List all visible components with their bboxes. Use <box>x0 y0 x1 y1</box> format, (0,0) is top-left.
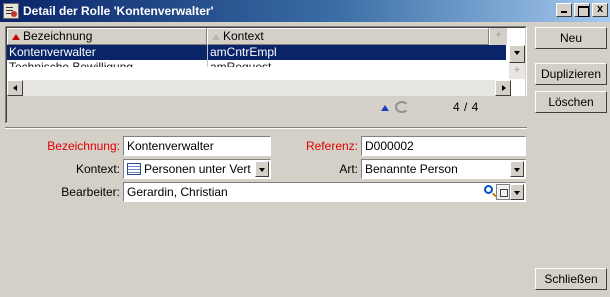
column-header-kontext[interactable]: Kontext <box>207 28 489 45</box>
close-dialog-button[interactable]: Schließen <box>535 268 607 290</box>
role-list[interactable]: Bezeichnung Kontext + Kontenverwalter am… <box>5 26 527 124</box>
sort-ascending-icon <box>12 33 20 40</box>
cell-kontext: amRequest <box>207 60 506 67</box>
maximize-button[interactable] <box>574 3 590 17</box>
list-footer: 4 / 4 <box>7 96 527 124</box>
chevron-down-icon[interactable] <box>510 184 524 200</box>
detail-icon[interactable] <box>496 184 510 200</box>
close-dialog-button-label: Schließen <box>544 272 598 286</box>
bearbeiter-field[interactable]: Gerardin, Christian <box>123 182 526 202</box>
divider <box>5 127 527 129</box>
table-row[interactable]: Technische Bewilligung amRequest <box>7 60 506 67</box>
column-header-label: Kontext <box>223 29 264 43</box>
scroll-right-button[interactable] <box>495 80 511 96</box>
record-counter: 4 / 4 <box>453 100 479 114</box>
navigate-up-icon[interactable] <box>381 105 389 111</box>
delete-button[interactable]: Löschen <box>535 91 607 113</box>
bezeichnung-label: Bezeichnung: <box>47 139 120 153</box>
duplicate-button-label: Duplizieren <box>540 67 602 81</box>
art-label: Art: <box>339 162 358 176</box>
new-button-label: Neu <box>559 31 582 45</box>
cell-kontext: amCntrEmpl <box>207 45 506 60</box>
scroll-left-button[interactable] <box>7 80 23 96</box>
add-row-icon[interactable]: + <box>509 64 525 78</box>
add-column-button[interactable]: + <box>489 28 507 45</box>
cell-bezeichnung: Kontenverwalter <box>9 45 96 59</box>
kontext-label: Kontext: <box>75 162 120 176</box>
arrow-down-icon <box>514 51 520 55</box>
title-bar[interactable]: Detail der Rolle 'Kontenverwalter' x <box>0 0 610 22</box>
referenz-label: Referenz: <box>305 139 358 153</box>
horizontal-scrollbar[interactable] <box>7 80 511 96</box>
cell-bezeichnung: Technische Bewilligung <box>9 60 134 67</box>
close-button[interactable]: x <box>592 3 608 17</box>
kontext-select[interactable]: Personen unter Vert <box>123 159 271 179</box>
sort-indicator-icon <box>212 33 220 40</box>
window-title: Detail der Rolle 'Kontenverwalter' <box>23 4 214 18</box>
scroll-down-button[interactable] <box>509 45 525 63</box>
bezeichnung-field[interactable]: Kontenverwalter <box>123 136 271 156</box>
table-icon <box>127 163 141 175</box>
art-select[interactable]: Benannte Person <box>361 159 526 179</box>
role-detail-icon <box>3 3 19 19</box>
search-icon[interactable] <box>484 185 493 194</box>
art-value: Benannte Person <box>365 162 458 176</box>
new-button[interactable]: Neu <box>535 27 607 49</box>
window-controls: x <box>554 3 608 17</box>
duplicate-button[interactable]: Duplizieren <box>535 63 607 85</box>
delete-button-label: Löschen <box>548 95 594 109</box>
table-row[interactable]: Kontenverwalter amCntrEmpl <box>7 45 506 60</box>
bearbeiter-label: Bearbeiter: <box>61 185 120 199</box>
arrow-left-icon <box>13 85 17 91</box>
refresh-icon[interactable] <box>395 101 409 113</box>
bearbeiter-value: Gerardin, Christian <box>127 185 228 199</box>
list-header: Bezeichnung Kontext + <box>7 28 507 45</box>
column-header-bezeichnung[interactable]: Bezeichnung <box>7 28 207 45</box>
column-header-label: Bezeichnung <box>23 29 93 43</box>
referenz-field[interactable]: D000002 <box>361 136 526 156</box>
arrow-right-icon <box>502 85 506 91</box>
chevron-down-icon[interactable] <box>255 161 269 177</box>
list-rows: Kontenverwalter amCntrEmpl Technische Be… <box>7 45 506 67</box>
chevron-down-icon[interactable] <box>510 161 524 177</box>
kontext-value: Personen unter Vert <box>144 162 251 176</box>
minimize-button[interactable] <box>556 3 572 17</box>
